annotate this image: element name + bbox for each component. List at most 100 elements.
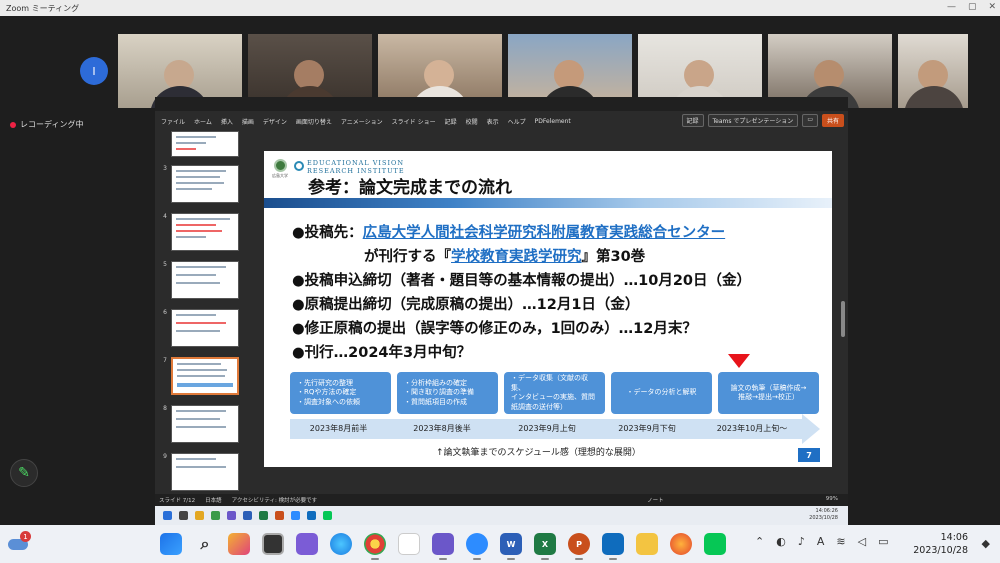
thumbnail-item-selected[interactable]: 7 [159, 357, 239, 395]
taskbar-clock[interactable]: 14:06 2023/10/28 [913, 531, 968, 557]
chrome-icon [211, 511, 220, 520]
notification-bell-icon[interactable]: ◆ [982, 537, 990, 550]
teams-present-button[interactable]: Teams でプレゼンテーション [707, 114, 799, 127]
microphone-icon[interactable]: ♪ [798, 535, 805, 548]
record-button[interactable]: 記録 [681, 114, 704, 127]
thumbnail-number: 4 [163, 213, 167, 220]
slack-icon[interactable] [398, 533, 420, 555]
ribbon-tabs: ファイル ホーム 挿入 描画 デザイン 画面切り替え アニメーション スライド … [155, 111, 848, 131]
tab-file[interactable]: ファイル [161, 117, 185, 126]
app-tray-icon[interactable]: ◐ [776, 535, 786, 548]
schedule-box-3: ・データ収集（文献の収集、 インタビューの実施、質問 紙調査の送付等） [504, 372, 605, 414]
tab-view[interactable]: 表示 [487, 117, 499, 126]
thumbnail-item[interactable]: 6 [159, 309, 239, 347]
thumbnail-number [159, 131, 167, 157]
zoom-icon[interactable] [466, 533, 488, 560]
zoom-level[interactable]: 99% [826, 496, 838, 502]
slide-thumbnail[interactable] [171, 131, 239, 157]
firefox-icon[interactable] [670, 533, 692, 555]
bullet-submission: ●投稿先：広島大学人間社会科学研究科附属教育実践総合センター [292, 221, 751, 245]
slide-thumbnail-selected[interactable] [171, 357, 239, 395]
tab-review[interactable]: 校閲 [466, 117, 478, 126]
tab-animations[interactable]: アニメーション [341, 117, 383, 126]
schedule-box-line: ・質問紙項目の作成 [404, 397, 467, 406]
thumbnail-item[interactable]: 8 [159, 405, 239, 443]
edge-icon[interactable] [330, 533, 352, 555]
schedule-box-line: 紙調査の送付等） [511, 402, 567, 411]
thumbnail-item[interactable]: 9 [159, 453, 239, 491]
timeline-date: 2023年9月下旬 [618, 424, 676, 433]
slide-thumbnail-pane: 3 4 5 6 7 8 9 [155, 131, 247, 494]
chevron-up-icon[interactable]: ⌃ [755, 535, 764, 548]
language-indicator[interactable]: 日本語 [205, 496, 222, 504]
ime-icon[interactable]: A [817, 535, 825, 548]
task-view-icon[interactable] [262, 533, 284, 555]
tab-help[interactable]: ヘルプ [508, 117, 526, 126]
teams-icon[interactable] [432, 533, 454, 560]
tab-slideshow[interactable]: スライド ショー [392, 117, 436, 126]
tab-draw[interactable]: 描画 [242, 117, 254, 126]
vertical-scrollbar[interactable] [840, 131, 846, 494]
center-link[interactable]: 広島大学人間社会科学研究科附属教育実践総合センター [363, 225, 726, 241]
schedule-box-2: ・分析枠組みの確定 ・聞き取り調査の準備 ・質問紙項目の作成 [397, 372, 498, 414]
tab-transitions[interactable]: 画面切り替え [296, 117, 332, 126]
thumbnail-number: 9 [163, 453, 167, 460]
maximize-icon[interactable]: ▢ [968, 2, 977, 12]
schedule-box-line: ・RQや方法の確定 [297, 388, 357, 397]
notes-button[interactable]: ノート [647, 496, 664, 504]
slide-title: 参考：論文完成までの流れ [308, 178, 512, 198]
accessibility-status[interactable]: アクセシビリティ: 検討が必要です [232, 496, 318, 504]
zoom-window-title: Zoom ミーティング [6, 3, 80, 13]
schedule-caption: ↑論文執筆までのスケジュール感（理想的な展開） [436, 448, 641, 458]
thumbnail-item[interactable]: 5 [159, 261, 239, 299]
self-avatar[interactable]: I [80, 57, 108, 85]
schedule-box-4: ・データの分析と解釈 [611, 372, 712, 414]
line-icon[interactable] [704, 533, 726, 555]
annotate-pencil-icon[interactable]: ✎ [10, 459, 38, 487]
wifi-icon[interactable]: ≋ [836, 535, 845, 548]
thumbnail-item[interactable]: 4 [159, 213, 239, 251]
battery-icon[interactable]: ▭ [878, 535, 888, 548]
widgets-icon[interactable] [228, 533, 250, 555]
word-icon[interactable]: W [500, 533, 522, 560]
powerpoint-icon[interactable]: P [568, 533, 590, 560]
self-avatar-initial: I [92, 64, 96, 78]
slide-thumbnail[interactable] [171, 405, 239, 443]
windows-start-icon[interactable] [160, 533, 182, 555]
search-icon[interactable]: ⌕ [194, 533, 216, 555]
tab-design[interactable]: デザイン [263, 117, 287, 126]
file-explorer-icon[interactable] [636, 533, 658, 555]
word-icon [243, 511, 252, 520]
chrome-icon[interactable] [364, 533, 386, 560]
slide-thumbnail[interactable] [171, 453, 239, 491]
outlook-icon[interactable] [602, 533, 624, 560]
thumbnail-item[interactable]: 3 [159, 165, 239, 203]
weather-widget[interactable]: 1 [8, 531, 31, 553]
minimize-icon[interactable]: — [947, 2, 956, 12]
university-label: 広島大学 [272, 173, 288, 178]
thumbnail-item[interactable] [159, 131, 239, 157]
tab-record[interactable]: 記録 [445, 117, 457, 126]
close-icon[interactable]: ✕ [988, 2, 996, 12]
thumbnail-number: 6 [163, 309, 167, 316]
tab-pdfelement[interactable]: PDFelement [535, 118, 571, 125]
participant-tile[interactable] [898, 34, 968, 108]
comments-icon[interactable]: ▭ [802, 114, 818, 127]
notification-badge: 1 [20, 531, 31, 542]
slide-thumbnail[interactable] [171, 261, 239, 299]
tab-insert[interactable]: 挿入 [221, 117, 233, 126]
slide-thumbnail[interactable] [171, 213, 239, 251]
share-button[interactable]: 共有 [821, 114, 844, 127]
slide-thumbnail[interactable] [171, 165, 239, 203]
volume-icon[interactable]: ◁ [858, 535, 866, 548]
slide-thumbnail[interactable] [171, 309, 239, 347]
journal-link[interactable]: 学校教育実践学研究 [451, 249, 582, 265]
timeline-date: 2023年10月上旬～ [716, 424, 788, 433]
scrollbar-thumb[interactable] [841, 301, 845, 337]
tab-home[interactable]: ホーム [194, 117, 212, 126]
teams-icon [227, 511, 236, 520]
excel-icon[interactable]: X [534, 533, 556, 560]
ribbon-actions: 記録 Teams でプレゼンテーション ▭ 共有 [681, 114, 844, 127]
bullet-revision: ●修正原稿の提出（誤字等の修正のみ，1回のみ）…12月末？ [292, 321, 697, 337]
video-chat-icon[interactable] [296, 533, 318, 555]
